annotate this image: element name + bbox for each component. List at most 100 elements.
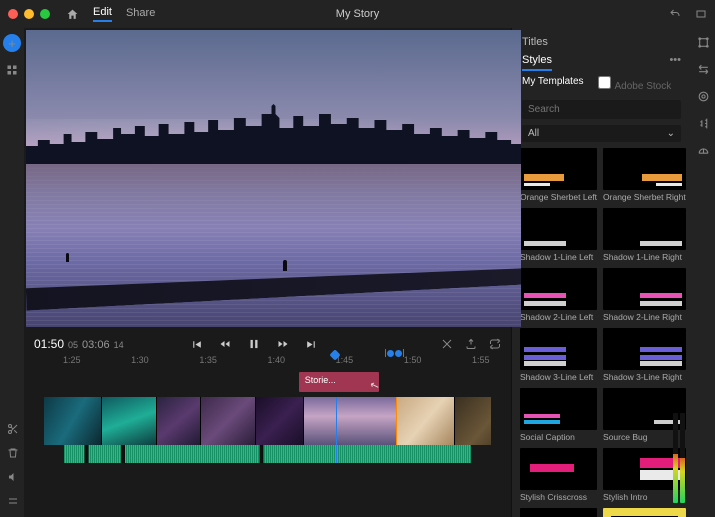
adobe-stock-checkbox[interactable] [598, 76, 611, 89]
title-preset[interactable]: Shadow 1-Line Right [603, 208, 686, 262]
preset-filter-label: All [528, 128, 539, 139]
title-preset[interactable]: Shadow 3-Line Right [603, 328, 686, 382]
nav-share[interactable]: Share [126, 7, 155, 21]
fast-forward-icon[interactable] [277, 338, 289, 350]
preset-thumbnail [520, 388, 597, 430]
title-preset[interactable]: Stylish Outro [520, 508, 597, 517]
undo-icon[interactable] [669, 8, 681, 20]
preset-filter-dropdown[interactable]: All ⌄ [522, 125, 681, 142]
preset-label: Orange Sherbet Right [603, 192, 686, 202]
title-preset[interactable]: Stylish Crisscross [520, 448, 597, 502]
title-preset[interactable]: Shadow 2-Line Left [520, 268, 597, 322]
preset-thumbnail [603, 208, 686, 250]
timeline-tool-strip [1, 423, 25, 507]
add-media-button[interactable]: + [3, 34, 21, 52]
title-preset[interactable]: Shadow 2-Line Right [603, 268, 686, 322]
timeline-clip[interactable] [304, 397, 397, 445]
crop-icon[interactable] [441, 338, 453, 350]
loop-icon[interactable] [489, 338, 501, 350]
maximize-window-button[interactable] [40, 9, 50, 19]
preset-thumbnail [603, 508, 686, 517]
zoom-handle-group[interactable] [385, 349, 404, 357]
volume-icon[interactable] [7, 471, 19, 483]
title-preset[interactable]: Orange Sherbet Right [603, 148, 686, 202]
window-controls [8, 9, 50, 19]
timeline-clip[interactable] [102, 397, 157, 445]
rewind-icon[interactable] [219, 338, 231, 350]
preset-label: Shadow 2-Line Left [520, 312, 597, 322]
audio-meter-left [673, 413, 678, 503]
preset-grid: Orange Sherbet Left Orange Sherbet Right S… [512, 144, 691, 517]
trash-icon[interactable] [7, 447, 19, 459]
title-preset[interactable]: Social Caption [520, 388, 597, 442]
title-clip[interactable]: Storie... [299, 372, 379, 392]
timeline-clip[interactable] [157, 397, 201, 445]
export-icon[interactable] [465, 338, 477, 350]
ruler-tick: 1:45 [336, 355, 354, 365]
tab-styles[interactable]: Styles [522, 54, 552, 71]
ruler-tick: 1:30 [131, 355, 149, 365]
project-title: My Story [336, 8, 379, 20]
title-track[interactable]: Storie... ↖ [44, 369, 491, 395]
skip-forward-icon[interactable] [305, 338, 318, 351]
preset-label: Orange Sherbet Left [520, 192, 597, 202]
close-window-button[interactable] [8, 9, 18, 19]
preset-label: Social Caption [520, 432, 597, 442]
timeline-wrapper [24, 397, 511, 463]
timeline-clip[interactable] [201, 397, 256, 445]
right-panel: Titles Styles ••• My Templates Adobe Sto… [511, 28, 691, 517]
minimize-window-button[interactable] [24, 9, 34, 19]
timeline-clip[interactable] [256, 397, 304, 445]
video-preview[interactable] [26, 30, 521, 327]
ruler-tick: 1:55 [472, 355, 490, 365]
ruler-tick: 1:35 [199, 355, 217, 365]
nav-edit[interactable]: Edit [93, 6, 112, 22]
scissors-icon[interactable] [7, 423, 19, 435]
preset-search-input[interactable] [522, 100, 681, 119]
preset-thumbnail [520, 448, 597, 490]
track-options-icon[interactable] [7, 495, 19, 507]
project-assets-icon[interactable] [6, 64, 18, 76]
time-ruler[interactable]: 1:251:301:351:401:451:501:55 [24, 353, 511, 367]
preset-thumbnail [520, 508, 597, 517]
tab-titles[interactable]: Titles [522, 36, 548, 48]
preset-label: Stylish Crisscross [520, 492, 597, 502]
title-preset[interactable]: Shadow 1-Line Left [520, 208, 597, 262]
clip-thumbnail [455, 397, 491, 445]
timeline-clip[interactable] [455, 397, 491, 445]
audio-track[interactable] [64, 445, 471, 463]
color-panel-icon[interactable] [697, 90, 710, 103]
audio-meters [673, 413, 689, 503]
preset-thumbnail [520, 148, 597, 190]
top-nav: Edit Share [66, 6, 155, 22]
pause-icon[interactable] [247, 337, 261, 351]
subtab-my-templates[interactable]: My Templates [522, 76, 584, 92]
graphics-panel-icon[interactable] [697, 63, 710, 76]
clip-thumbnail [256, 397, 303, 445]
panel-options-icon[interactable]: ••• [669, 54, 681, 66]
subtab-adobe-stock[interactable]: Adobe Stock [598, 76, 672, 92]
speed-panel-icon[interactable] [697, 144, 710, 157]
timeline-clip[interactable] [44, 397, 102, 445]
audio-meter-right [680, 413, 685, 503]
title-preset[interactable]: Shadow 3-Line Left [520, 328, 597, 382]
preset-label: Shadow 3-Line Left [520, 372, 597, 382]
timeline-clip[interactable] [397, 397, 455, 445]
home-icon[interactable] [66, 8, 79, 21]
preset-thumbnail [603, 268, 686, 310]
fullscreen-icon[interactable] [695, 8, 707, 20]
current-time: 01:50 [34, 337, 64, 351]
preset-label: Shadow 3-Line Right [603, 372, 686, 382]
skip-back-icon[interactable] [190, 338, 203, 351]
video-track[interactable] [44, 397, 491, 445]
preset-label: Shadow 2-Line Right [603, 312, 686, 322]
clip-thumbnail [157, 397, 200, 445]
audio-panel-icon[interactable] [697, 117, 710, 130]
title-preset[interactable]: Sunrise [603, 508, 686, 517]
preset-thumbnail [520, 328, 597, 370]
transform-icon[interactable] [697, 36, 710, 49]
title-preset[interactable]: Orange Sherbet Left [520, 148, 597, 202]
preset-thumbnail [520, 208, 597, 250]
titlebar: Edit Share My Story [0, 0, 715, 28]
preset-label: Shadow 1-Line Left [520, 252, 597, 262]
